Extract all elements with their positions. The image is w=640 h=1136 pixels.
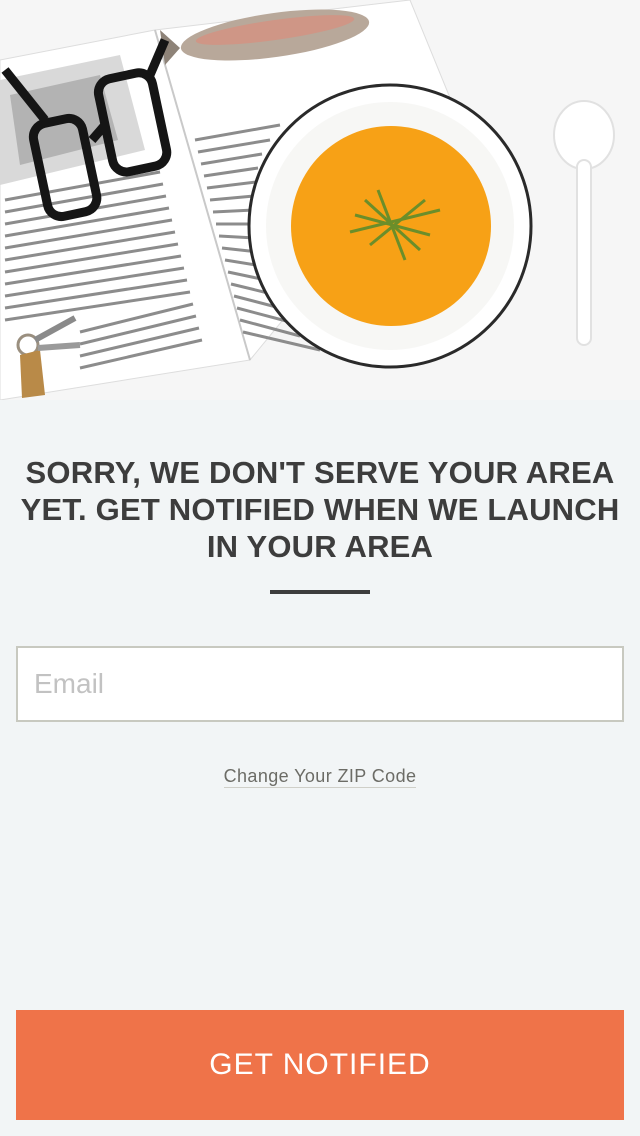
change-zip-link[interactable]: Change Your ZIP Code <box>223 766 417 788</box>
section-divider <box>270 590 370 594</box>
email-input[interactable] <box>16 646 624 722</box>
soup-magazine-illustration <box>0 0 640 400</box>
soup-bowl-graphic <box>247 83 533 369</box>
hero-image <box>0 0 640 400</box>
change-zip-container: Change Your ZIP Code <box>0 766 640 788</box>
unavailable-headline: SORRY, WE DON'T SERVE YOUR AREA YET. GET… <box>20 455 620 564</box>
get-notified-button[interactable]: GET NOTIFIED <box>16 1010 624 1120</box>
